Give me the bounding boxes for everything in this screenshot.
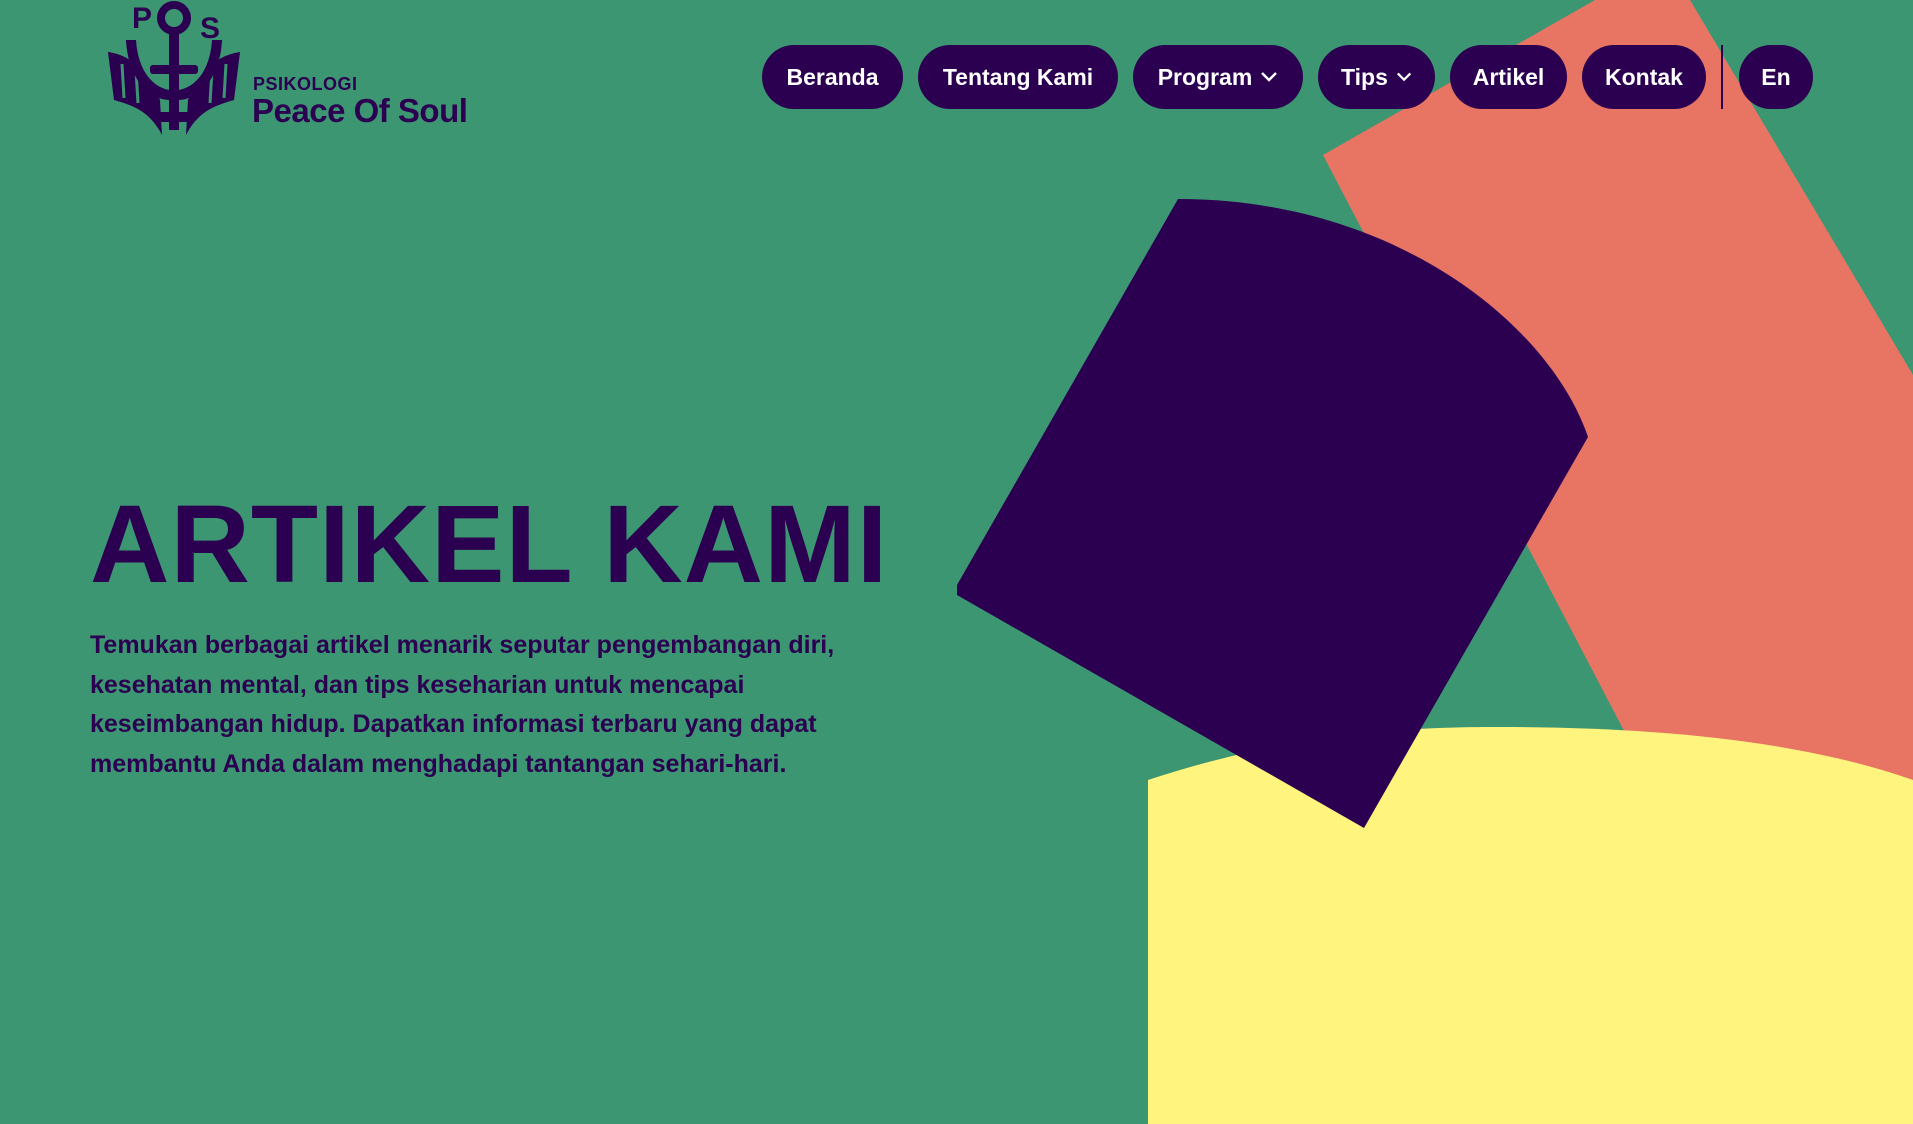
logo-monogram-p: P <box>132 2 153 35</box>
logo-title: Peace Of Soul <box>252 92 468 129</box>
language-label: En <box>1761 63 1791 90</box>
nav-item-tips[interactable]: Tips <box>1318 45 1435 109</box>
nav-item-label: Tips <box>1341 63 1388 90</box>
nav-item-label: Program <box>1157 63 1253 90</box>
nav-item-kontak[interactable]: Kontak <box>1582 45 1706 109</box>
chevron-down-icon <box>1396 72 1412 82</box>
nav-item-tentang-kami[interactable]: Tentang Kami <box>918 45 1118 109</box>
language-toggle-button[interactable]: En <box>1739 45 1813 109</box>
nav-divider <box>1721 45 1723 109</box>
page: P S PSIKOLOGI Peace Of Soul Beranda Tent… <box>0 0 1913 1124</box>
nav-item-program[interactable]: Program <box>1133 45 1303 109</box>
main-nav: Beranda Tentang Kami Program Tips Artike… <box>762 45 1813 109</box>
page-title: ARTIKEL KAMI <box>90 483 889 606</box>
page-description: Temukan berbagai artikel menarik seputar… <box>90 631 835 778</box>
nav-item-label: Artikel <box>1472 63 1545 90</box>
nav-item-artikel[interactable]: Artikel <box>1450 45 1567 109</box>
nav-item-label: Beranda <box>786 63 879 90</box>
chevron-down-icon <box>1261 72 1278 82</box>
nav-item-label: Kontak <box>1605 63 1683 90</box>
yellow-shape <box>1148 727 1913 1124</box>
nav-item-label: Tentang Kami <box>942 63 1094 90</box>
nav-item-beranda[interactable]: Beranda <box>762 45 903 109</box>
logo-monogram-s: S <box>200 12 221 45</box>
